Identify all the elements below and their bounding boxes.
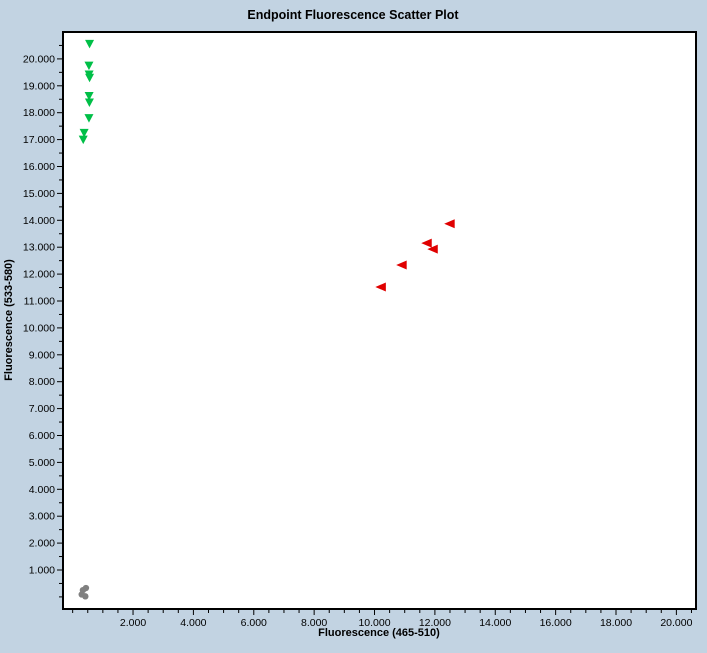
y-tick-label: 14.000 <box>23 215 55 227</box>
y-tick-label: 4.000 <box>29 484 55 496</box>
y-tick-label: 9.000 <box>29 349 55 361</box>
y-tick-label: 7.000 <box>29 403 55 415</box>
scatter-plot-window: Endpoint Fluorescence Scatter Plot 2.000… <box>0 0 707 648</box>
y-tick-label: 10.000 <box>23 322 55 334</box>
y-tick-label: 5.000 <box>29 457 55 469</box>
x-tick-label: 2.000 <box>120 617 146 629</box>
data-point-gray-dots <box>82 593 89 600</box>
y-tick-label: 6.000 <box>29 430 55 442</box>
y-tick-label: 13.000 <box>23 242 55 254</box>
y-tick-label: 19.000 <box>23 80 55 92</box>
x-axis-title: Fluorescence (465-510) <box>318 627 440 639</box>
x-tick-label: 16.000 <box>540 617 572 629</box>
chart-title: Endpoint Fluorescence Scatter Plot <box>247 8 459 22</box>
y-tick-label: 15.000 <box>23 188 55 200</box>
y-tick-label: 17.000 <box>23 134 55 146</box>
y-tick-label: 16.000 <box>23 161 55 173</box>
y-tick-label: 12.000 <box>23 269 55 281</box>
y-tick-label: 1.000 <box>29 564 55 576</box>
y-tick-label: 18.000 <box>23 107 55 119</box>
x-tick-label: 14.000 <box>479 617 511 629</box>
y-tick-label: 3.000 <box>29 511 55 523</box>
plot-area <box>62 31 697 610</box>
y-tick-label: 11.000 <box>24 295 55 307</box>
x-tick-label: 18.000 <box>600 617 632 629</box>
x-tick-label: 20.000 <box>660 617 692 629</box>
y-tick-label: 8.000 <box>29 376 55 388</box>
y-axis-title: Fluorescence (533-580) <box>3 259 15 381</box>
y-tick-label: 20.000 <box>23 53 55 65</box>
scatter-chart: Endpoint Fluorescence Scatter Plot 2.000… <box>0 0 707 648</box>
y-tick-label: 2.000 <box>29 538 55 550</box>
x-tick-label: 6.000 <box>241 617 267 629</box>
x-tick-label: 4.000 <box>180 617 206 629</box>
